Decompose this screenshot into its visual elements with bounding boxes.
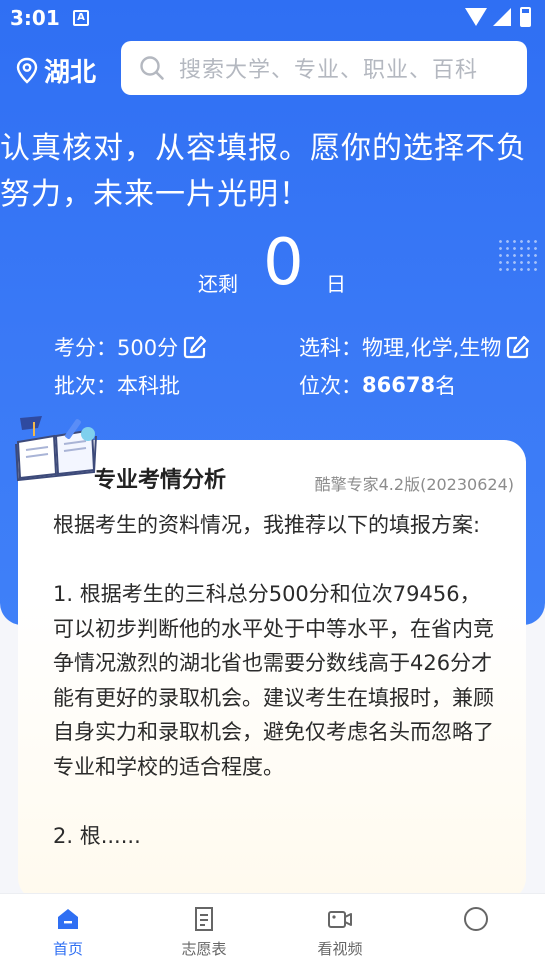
edit-subjects-icon[interactable] <box>505 334 531 360</box>
card-title: 专业考情分析 <box>94 462 227 494</box>
notification-a-icon: A <box>73 10 89 26</box>
card-paragraph-2: 1. 根据考生的三科总分500分和位次79456，可以初步判断他的水平处于中等水… <box>53 582 494 779</box>
profile-icon <box>464 907 488 931</box>
slogan-line-1: 认真核对，从容填报。愿你的选择不负 <box>0 131 527 166</box>
search-bar[interactable]: 搜索大学、专业、职业、百科 <box>121 41 527 95</box>
search-placeholder[interactable]: 搜索大学、专业、职业、百科 <box>179 52 478 84</box>
subjects-row: 选科： 物理,化学,生物 <box>299 332 531 362</box>
nav-profile[interactable] <box>436 906 516 938</box>
card-paragraph-1: 根据考生的资料情况，我推荐以下的填报方案: <box>53 513 481 537</box>
nav-home-label: 首页 <box>52 940 83 958</box>
location-selector[interactable]: 湖北 <box>16 52 96 89</box>
app-screen: 3:01 A 湖北 搜索大学、专业、职业、百科 认真核对，从容填报。愿你的选择不… <box>0 0 545 970</box>
slogan: 认真核对，从容填报。愿你的选择不负 努力，未来一片光明！ <box>0 126 545 218</box>
nav-form-label: 志愿表 <box>181 940 227 958</box>
rank-row: 位次： 86678 名 <box>299 370 456 400</box>
countdown-unit: 日 <box>326 272 346 296</box>
video-icon <box>328 911 352 928</box>
analysis-card[interactable]: 专业考情分析 酷擎专家4.2版(20230624) 根据考生的资料情况，我推荐以… <box>18 440 526 900</box>
status-bar: 3:01 A <box>0 0 545 38</box>
rank-unit: 名 <box>435 374 457 398</box>
batch-value: 本科批 <box>117 374 180 398</box>
location-pin-icon <box>16 57 38 84</box>
batch-row: 批次： 本科批 <box>54 370 180 400</box>
decorative-dots <box>497 238 537 274</box>
rank-value: 86678 <box>362 373 436 397</box>
wifi-icon <box>465 8 487 26</box>
card-body: 根据考生的资料情况，我推荐以下的填报方案: 1. 根据考生的三科总分500分和位… <box>53 508 498 853</box>
status-time: 3:01 <box>10 6 60 30</box>
search-icon <box>140 56 164 80</box>
signal-icon <box>493 8 511 26</box>
score-row: 考分： 500分 <box>54 332 208 362</box>
nav-form[interactable]: 志愿表 <box>164 906 244 959</box>
slogan-line-2: 努力，未来一片光明！ <box>0 177 310 212</box>
countdown-days: 0 <box>263 226 304 300</box>
home-icon <box>58 909 78 929</box>
subjects-label: 选科： <box>299 336 362 360</box>
card-paragraph-3: 2. 根...... <box>53 823 141 848</box>
nav-home[interactable]: 首页 <box>28 906 108 959</box>
card-version: 酷擎专家4.2版(20230624) <box>314 475 514 494</box>
score-label: 考分： <box>54 336 117 360</box>
location-city: 湖北 <box>44 58 97 88</box>
book-illustration-icon <box>15 416 97 482</box>
edit-score-icon[interactable] <box>182 334 208 360</box>
countdown-prefix: 还剩 <box>198 272 238 296</box>
form-icon <box>195 907 213 931</box>
nav-video[interactable]: 看视频 <box>300 906 380 959</box>
batch-label: 批次： <box>54 374 117 398</box>
score-value: 500分 <box>117 336 179 360</box>
battery-icon <box>520 7 531 27</box>
rank-label: 位次： <box>299 374 362 398</box>
bottom-nav: 首页 志愿表 看视频 <box>0 893 545 970</box>
nav-video-label: 看视频 <box>317 940 363 958</box>
subjects-value: 物理,化学,生物 <box>362 336 502 360</box>
